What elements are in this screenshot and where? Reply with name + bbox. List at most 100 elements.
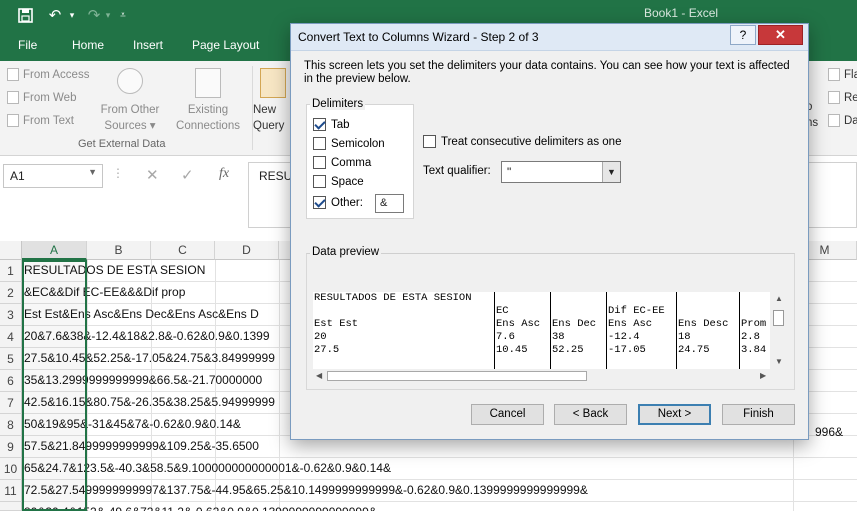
row-header[interactable]: 9 xyxy=(0,436,22,458)
tab-checkbox-label: Tab xyxy=(331,118,350,131)
connections-partial: o ns xyxy=(806,99,826,131)
other-checkbox[interactable]: Other: xyxy=(313,196,363,209)
select-all-corner[interactable] xyxy=(0,241,22,260)
space-checkbox-box[interactable] xyxy=(313,175,326,188)
row-header[interactable] xyxy=(0,502,22,511)
vertical-scroll-thumb[interactable] xyxy=(773,310,784,326)
name-box-dropdown-icon[interactable]: ▼ xyxy=(88,167,97,177)
other-checkbox-label: Other: xyxy=(331,196,363,209)
from-other-sources-button[interactable]: From Other Sources ▾ xyxy=(96,102,164,134)
preview-horizontal-scrollbar[interactable]: ◀ ▶ xyxy=(313,369,771,383)
remove-duplicates-label: Re xyxy=(844,91,857,104)
preview-vertical-scrollbar[interactable]: ▲ ▼ xyxy=(771,292,786,369)
save-icon[interactable] xyxy=(14,4,36,26)
column-a-selection xyxy=(22,260,87,511)
row-header[interactable]: 11 xyxy=(0,480,22,502)
partial-line1: o xyxy=(806,101,813,113)
help-button[interactable]: ? xyxy=(730,25,756,45)
scroll-up-icon[interactable]: ▲ xyxy=(775,294,783,303)
window-title: Book1 - Excel xyxy=(644,6,719,20)
dialog-title: Convert Text to Columns Wizard - Step 2 … xyxy=(298,30,539,44)
tab-file[interactable]: File xyxy=(18,38,37,52)
customize-toolbar-icon[interactable]: ⩡ xyxy=(116,4,130,26)
flash-fill-button[interactable]: Fla xyxy=(828,68,857,81)
tab-insert[interactable]: Insert xyxy=(133,38,163,52)
from-web-button[interactable]: From Web xyxy=(7,91,76,104)
cell-a11[interactable]: 72.5&27.5499999999997&137.75&-44.95&65.2… xyxy=(24,479,588,501)
row-header[interactable]: 7 xyxy=(0,392,22,414)
consecutive-delimiters-checkbox[interactable]: Treat consecutive delimiters as one xyxy=(423,135,621,148)
scroll-left-icon[interactable]: ◀ xyxy=(316,371,322,380)
scroll-down-icon[interactable]: ▼ xyxy=(775,357,783,366)
next-button[interactable]: Next > xyxy=(638,404,711,425)
row-header[interactable]: 5 xyxy=(0,348,22,370)
row-header[interactable]: 10 xyxy=(0,458,22,480)
undo-icon[interactable]: ↶ xyxy=(44,4,66,26)
row-header[interactable]: 2 xyxy=(0,282,22,304)
partial-line2: ns xyxy=(806,117,819,129)
new-query-button[interactable]: New Query xyxy=(253,102,289,134)
name-box[interactable]: A1 ▼ xyxy=(3,164,103,188)
data-preview-label: Data preview xyxy=(310,246,382,258)
redo-icon[interactable]: ↷ xyxy=(83,4,105,26)
from-access-button[interactable]: From Access xyxy=(7,68,89,81)
row-header[interactable]: 4 xyxy=(0,326,22,348)
semicolon-checkbox-box[interactable] xyxy=(313,137,326,150)
close-button[interactable]: ✕ xyxy=(758,25,803,45)
data-validation-button[interactable]: Da xyxy=(828,114,857,127)
column-header-c[interactable]: C xyxy=(151,241,215,260)
preview-column[interactable]: Ens Dec 38 52.25 xyxy=(550,292,606,369)
space-checkbox[interactable]: Space xyxy=(313,175,364,188)
semicolon-checkbox[interactable]: Semicolon xyxy=(313,137,385,150)
tab-home[interactable]: Home xyxy=(72,38,104,52)
semicolon-checkbox-label: Semicolon xyxy=(331,137,385,150)
text-qualifier-label: Text qualifier: xyxy=(423,165,491,177)
name-box-value: A1 xyxy=(10,169,25,183)
remove-duplicates-button[interactable]: Re xyxy=(828,91,857,104)
comma-checkbox-box[interactable] xyxy=(313,156,326,169)
other-delimiter-input[interactable]: & xyxy=(375,194,404,213)
preview-column[interactable]: Prom 2.8 3.84 xyxy=(739,292,770,369)
horizontal-scroll-thumb[interactable] xyxy=(327,371,587,381)
cancel-button[interactable]: Cancel xyxy=(471,404,544,425)
tab-checkbox[interactable]: Tab xyxy=(313,118,350,131)
text-qualifier-select[interactable]: " ▼ xyxy=(501,161,621,183)
from-access-label: From Access xyxy=(23,68,90,81)
flash-fill-label: Fla xyxy=(844,68,857,81)
row-header[interactable]: 3 xyxy=(0,304,22,326)
preview-column[interactable]: RESULTADOS DE ESTA SESION Est Est 20 27.… xyxy=(313,292,494,369)
finish-button[interactable]: Finish xyxy=(722,404,795,425)
delimiters-label: Delimiters xyxy=(310,98,366,110)
consecutive-checkbox-box[interactable] xyxy=(423,135,436,148)
column-header-d[interactable]: D xyxy=(215,241,279,260)
undo-dropdown-icon[interactable]: ▾ xyxy=(66,4,78,26)
data-preview-grid[interactable]: RESULTADOS DE ESTA SESION Est Est 20 27.… xyxy=(313,292,770,369)
other-checkbox-box[interactable] xyxy=(313,196,326,209)
tab-page-layout[interactable]: Page Layout xyxy=(192,38,259,52)
row-header[interactable]: 6 xyxy=(0,370,22,392)
existing-connections-button[interactable]: Existing Connections xyxy=(172,102,244,134)
insert-function-icon[interactable]: fx xyxy=(219,166,229,182)
preview-column[interactable]: Ens Desc 18 24.75 xyxy=(676,292,739,369)
row-header[interactable]: 1 xyxy=(0,260,22,282)
text-file-icon xyxy=(7,114,19,127)
new-query-icon xyxy=(260,68,286,98)
back-button[interactable]: < Back xyxy=(554,404,627,425)
from-text-button[interactable]: From Text xyxy=(7,114,74,127)
tab-checkbox-box[interactable] xyxy=(313,118,326,131)
redo-dropdown-icon[interactable]: ▾ xyxy=(103,4,113,26)
from-text-label: From Text xyxy=(23,114,74,127)
cancel-entry-icon[interactable]: ✕ xyxy=(146,166,159,184)
enter-entry-icon[interactable]: ✓ xyxy=(181,166,194,184)
column-header-b[interactable]: B xyxy=(87,241,151,260)
column-header-a[interactable]: A xyxy=(22,241,87,260)
new-query-line2: Query xyxy=(253,120,285,132)
preview-column[interactable]: EC Ens Asc 7.6 10.45 xyxy=(494,292,550,369)
preview-column[interactable]: Dif EC-EE Ens Asc -12.4 -17.05 xyxy=(606,292,676,369)
row-header[interactable]: 8 xyxy=(0,414,22,436)
scroll-right-icon[interactable]: ▶ xyxy=(760,371,766,380)
new-query-line1: New xyxy=(253,104,277,116)
text-qualifier-value: " xyxy=(507,165,512,179)
chevron-down-icon[interactable]: ▼ xyxy=(602,162,620,182)
comma-checkbox[interactable]: Comma xyxy=(313,156,371,169)
